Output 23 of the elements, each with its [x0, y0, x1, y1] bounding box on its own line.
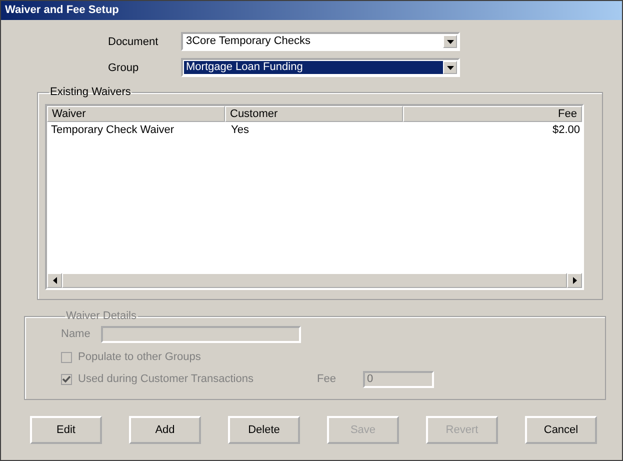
column-header[interactable]: Fee [403, 106, 582, 122]
table-cell-text: Temporary Check Waiver [50, 124, 176, 136]
window-title: Waiver and Fee Setup [1, 1, 622, 20]
checkbox-label: Populate to other Groups [78, 351, 202, 363]
dialog-button[interactable]: Add [129, 416, 201, 444]
field-label: Fee [317, 373, 337, 385]
checkbox-label: Used during Customer Transactions [78, 373, 254, 385]
table-cell-text: Yes [230, 124, 250, 136]
dropdown[interactable]: Mortgage Loan Funding [181, 58, 460, 77]
group-title: Existing Waivers [49, 86, 132, 98]
table-cell-text: $2.00 [551, 124, 581, 136]
scroll-right-icon[interactable] [567, 273, 582, 288]
field-label: Document [108, 36, 160, 48]
field-label: Name [61, 328, 92, 340]
group-title: Waiver Details [65, 310, 138, 322]
column-header[interactable]: Customer [225, 106, 403, 122]
column-header[interactable]: Waiver [47, 106, 225, 122]
dropdown[interactable]: 3Core Temporary Checks [181, 32, 460, 51]
dialog-button[interactable]: Cancel [525, 416, 597, 444]
field-label: Group [108, 62, 140, 74]
dialog-button[interactable]: Delete [228, 416, 300, 444]
dialog-button[interactable]: Edit [30, 416, 102, 444]
scroll-left-icon[interactable] [47, 273, 62, 288]
